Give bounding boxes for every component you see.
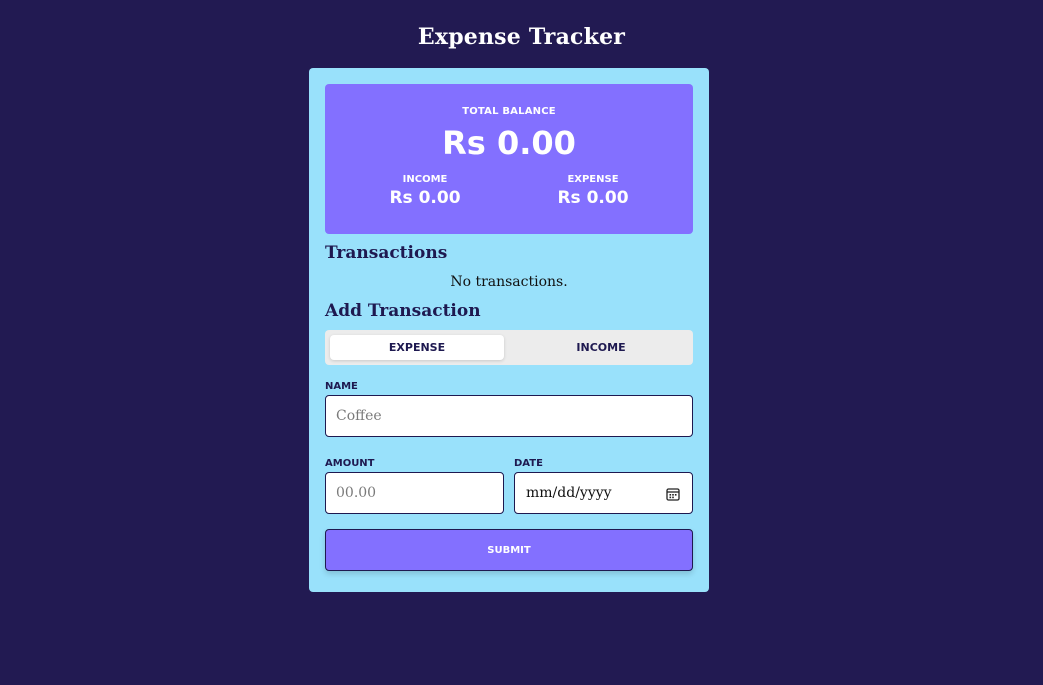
amount-label: AMOUNT xyxy=(325,458,375,469)
balance-summary: TOTAL BALANCE Rs 0.00 INCOME Rs 0.00 EXP… xyxy=(325,84,693,234)
income-label: INCOME xyxy=(402,174,448,185)
page-title: Expense Tracker xyxy=(417,24,626,50)
submit-button[interactable]: SUBMIT xyxy=(325,529,693,571)
amount-input[interactable] xyxy=(325,472,504,514)
toggle-expense[interactable]: EXPENSE xyxy=(330,335,504,360)
name-label: NAME xyxy=(325,381,358,392)
total-balance-label: TOTAL BALANCE xyxy=(462,106,556,117)
transactions-heading: Transactions xyxy=(325,243,448,263)
add-transaction-heading: Add Transaction xyxy=(325,301,481,321)
expense-summary: EXPENSE Rs 0.00 xyxy=(509,174,677,208)
income-value: Rs 0.00 xyxy=(389,188,461,208)
total-balance-value: Rs 0.00 xyxy=(442,124,576,162)
date-label: DATE xyxy=(514,458,543,469)
tracker-card: TOTAL BALANCE Rs 0.00 INCOME Rs 0.00 EXP… xyxy=(309,68,709,592)
transaction-type-toggle: EXPENSE INCOME xyxy=(325,330,693,365)
income-summary: INCOME Rs 0.00 xyxy=(341,174,509,208)
toggle-income[interactable]: INCOME xyxy=(514,335,688,360)
empty-transactions-message: No transactions. xyxy=(450,274,568,290)
name-input[interactable] xyxy=(325,395,693,437)
date-input[interactable]: mm/dd/yyyy xyxy=(514,472,693,514)
date-placeholder: mm/dd/yyyy xyxy=(526,485,612,501)
calendar-icon[interactable] xyxy=(666,486,680,501)
expense-label: EXPENSE xyxy=(567,174,619,185)
expense-value: Rs 0.00 xyxy=(557,188,629,208)
